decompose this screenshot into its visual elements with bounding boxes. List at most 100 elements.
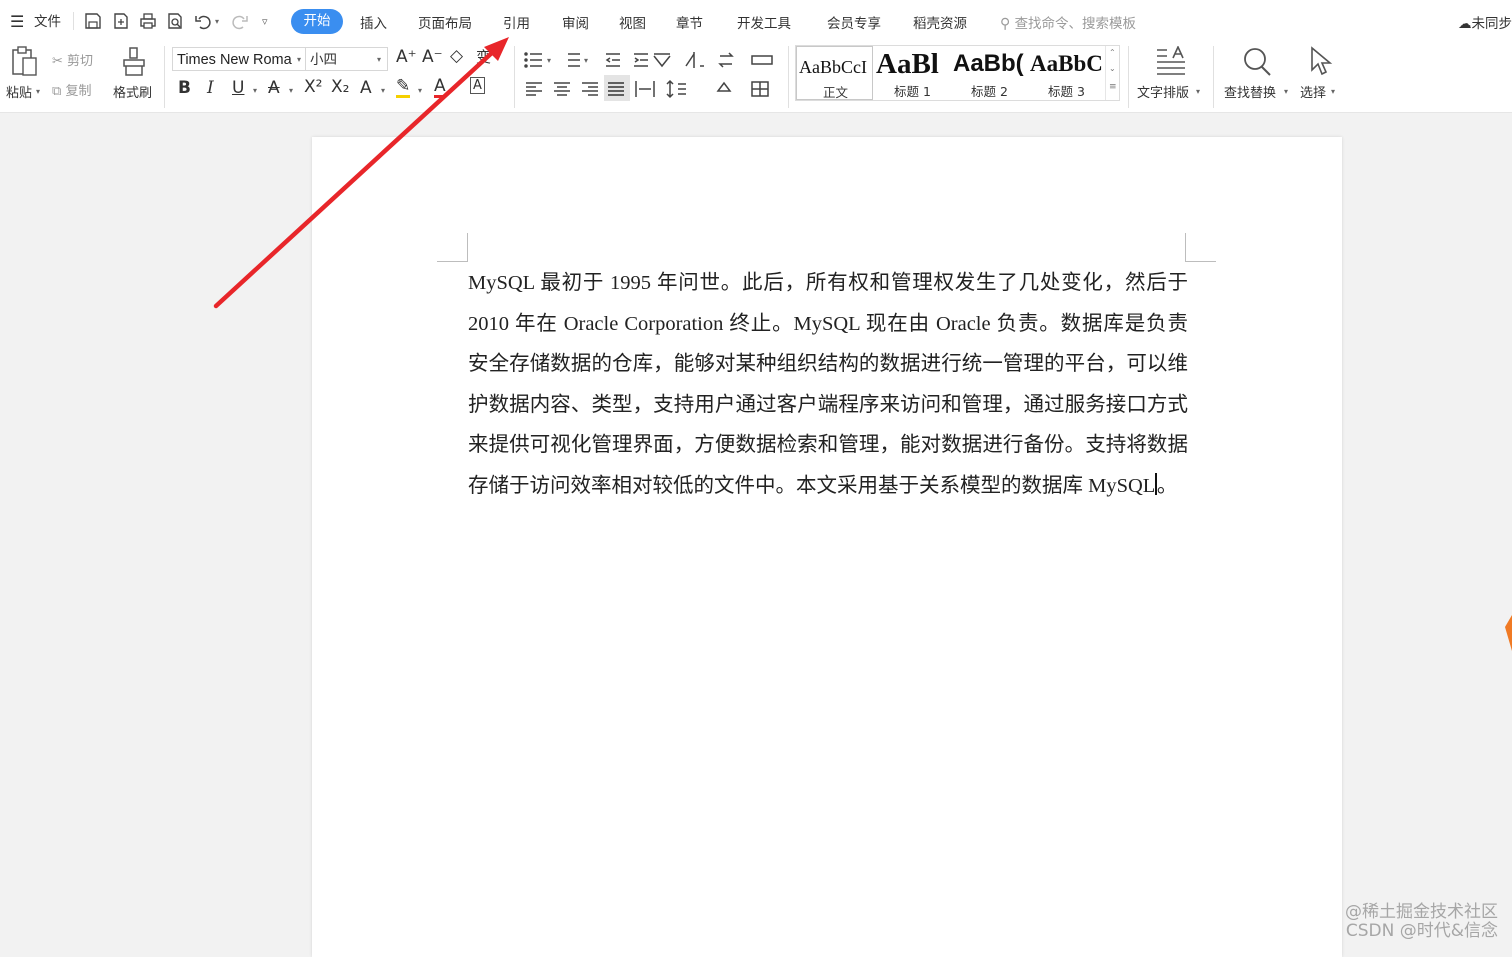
decrease-font-icon[interactable]: A⁻ (422, 47, 443, 67)
ribbon-home: 粘贴 ▾ ✂ 剪切 ⧉ 复制 格式刷 Times New Roma ▾ 小四 ▾… (0, 42, 1512, 113)
paragraph-line: 2010 年在 Oracle Corporation 终止。MySQL 现在由 … (468, 304, 1188, 345)
tab-home[interactable]: 开始 (291, 9, 343, 34)
format-painter-icon[interactable] (120, 46, 148, 78)
cloud-icon: ☁ (1458, 16, 1472, 32)
font-size-select[interactable]: 小四 (306, 47, 388, 71)
font-size-value: 小四 (310, 52, 337, 68)
select-dropdown-icon[interactable]: ▾ (1331, 87, 1335, 96)
bold-button[interactable]: B (178, 78, 191, 98)
sync-status[interactable]: ☁未同步 (1458, 12, 1512, 32)
search-icon: ⚲ (1000, 16, 1010, 32)
text-layout-dropdown-icon[interactable]: ▾ (1196, 87, 1200, 96)
document-body[interactable]: MySQL 最初于 1995 年问世。此后，所有权和管理权发生了几处变化，然后于… (468, 263, 1188, 506)
text-effect-icon[interactable]: A (360, 78, 372, 98)
highlight-dropdown-icon[interactable]: ▾ (418, 86, 422, 95)
underline-button[interactable]: U (232, 78, 244, 98)
underline-dropdown-icon[interactable]: ▾ (253, 86, 257, 95)
find-replace-dropdown-icon[interactable]: ▾ (1284, 87, 1288, 96)
tab-member[interactable]: 会员专享 (827, 12, 881, 32)
text-effect-dropdown-icon[interactable]: ▾ (381, 86, 385, 95)
tab-review[interactable]: 审阅 (562, 12, 589, 32)
numbering-dropdown-icon[interactable]: ▾ (584, 56, 588, 65)
increase-font-icon[interactable]: A⁺ (396, 47, 417, 67)
find-replace-icon[interactable] (1241, 46, 1273, 78)
style-preview: AaBbC (1030, 51, 1103, 77)
select-cursor-icon[interactable] (1309, 46, 1333, 78)
clear-format-icon[interactable]: ◇ (450, 46, 463, 66)
paste-button[interactable]: 粘贴 (6, 82, 32, 101)
tab-developer[interactable]: 开发工具 (737, 12, 791, 32)
undo-dropdown-icon[interactable]: ▾ (215, 17, 219, 26)
style-heading-1[interactable]: AaBl 标题 1 (874, 46, 951, 100)
print-icon[interactable] (138, 11, 158, 31)
copy-label: 复制 (65, 84, 91, 99)
margin-corner-top-left (437, 233, 468, 262)
style-preview: AaBb( (953, 50, 1024, 78)
font-name-select[interactable]: Times New Roma (172, 47, 306, 71)
chevron-up-icon[interactable]: ⌃ (1109, 48, 1116, 57)
italic-button[interactable]: I (207, 78, 214, 98)
document-page[interactable]: MySQL 最初于 1995 年问世。此后，所有权和管理权发生了几处变化，然后于… (312, 137, 1342, 957)
chevron-down-icon[interactable]: ⌄ (1109, 64, 1116, 73)
divider (514, 46, 515, 108)
subscript-icon[interactable]: X₂ (331, 77, 349, 97)
strikethrough-dropdown-icon[interactable]: ▾ (289, 86, 293, 95)
style-heading-3[interactable]: AaBbC 标题 3 (1028, 46, 1105, 100)
paragraph-end-punct: 。 (1157, 475, 1178, 497)
tab-docer-resources[interactable]: 稻壳资源 (913, 12, 967, 32)
pinyin-guide-icon[interactable]: 变 (476, 46, 491, 67)
divider (1128, 46, 1129, 108)
justify-align-icon[interactable] (604, 79, 630, 99)
style-heading-2[interactable]: AaBb( 标题 2 (951, 46, 1028, 100)
divider (1213, 46, 1214, 108)
paste-dropdown-icon[interactable]: ▾ (36, 87, 40, 96)
export-pdf-icon[interactable] (111, 11, 131, 31)
copy-icon: ⧉ (52, 84, 61, 99)
char-border-icon[interactable]: A (470, 77, 485, 94)
paste-icon[interactable] (10, 46, 40, 78)
command-search[interactable]: ⚲ 查找命令、搜索模板 (1000, 12, 1136, 32)
font-name-dropdown-icon[interactable]: ▾ (297, 55, 301, 64)
style-preview: AaBbCcI (799, 57, 867, 78)
menu-bar: ☰ 文件 ▾ ▿ 开始 插入 页面布局 引用 审阅 视图 章节 开发工具 会员专… (0, 0, 1512, 42)
more-styles-icon[interactable]: ≡ (1109, 82, 1117, 92)
style-normal[interactable]: AaBbCcI 正文 (796, 46, 873, 100)
bullets-dropdown-icon[interactable]: ▾ (547, 56, 551, 65)
paragraph-line: 来提供可视化管理界面，方便数据检索和管理，能对数据进行备份。支持将数据 (468, 425, 1188, 466)
style-name: 标题 1 (874, 81, 951, 100)
search-placeholder: 查找命令、搜索模板 (1015, 16, 1137, 32)
strikethrough-icon[interactable]: A (268, 78, 280, 98)
tab-page-layout[interactable]: 页面布局 (418, 12, 472, 32)
font-size-dropdown-icon[interactable]: ▾ (377, 55, 381, 64)
highlight-icon[interactable]: ✎ (396, 77, 410, 98)
text-layout-icon[interactable] (1155, 46, 1187, 76)
cut-button[interactable]: ✂ 剪切 (52, 50, 93, 69)
file-menu[interactable]: 文件 (34, 0, 61, 42)
tab-view[interactable]: 视图 (619, 12, 646, 32)
paragraph-line: MySQL 最初于 1995 年问世。此后，所有权和管理权发生了几处变化，然后于 (468, 263, 1188, 304)
style-name: 标题 3 (1028, 81, 1105, 100)
font-color-icon[interactable]: A (434, 77, 446, 98)
styles-scroll[interactable]: ⌃ ⌄ ≡ (1105, 46, 1120, 100)
superscript-icon[interactable]: X² (304, 77, 322, 97)
copy-button[interactable]: ⧉ 复制 (52, 80, 91, 99)
paragraph-tools-row1 (524, 50, 774, 70)
styles-gallery: AaBbCcI 正文 AaBl 标题 1 AaBb( 标题 2 AaBbC 标题… (795, 45, 1120, 101)
save-icon[interactable] (83, 11, 103, 31)
undo-icon[interactable] (193, 11, 213, 31)
customize-toolbar-icon[interactable]: ▿ (262, 15, 268, 28)
side-panel-tab[interactable] (1505, 615, 1512, 651)
find-replace-button[interactable]: 查找替换 (1224, 82, 1276, 101)
format-painter-button[interactable]: 格式刷 (113, 82, 152, 101)
tab-references[interactable]: 引用 (503, 12, 530, 32)
paragraph-tools-row2 (524, 79, 784, 99)
print-preview-icon[interactable] (165, 11, 185, 31)
tab-insert[interactable]: 插入 (360, 12, 387, 32)
text-layout-button[interactable]: 文字排版 (1137, 82, 1189, 101)
cut-label: 剪切 (67, 54, 93, 69)
tab-chapter[interactable]: 章节 (676, 12, 703, 32)
select-button[interactable]: 选择 (1300, 82, 1326, 101)
margin-corner-top-right (1185, 233, 1216, 262)
redo-icon[interactable] (230, 11, 250, 31)
hamburger-icon[interactable]: ☰ (10, 0, 24, 42)
